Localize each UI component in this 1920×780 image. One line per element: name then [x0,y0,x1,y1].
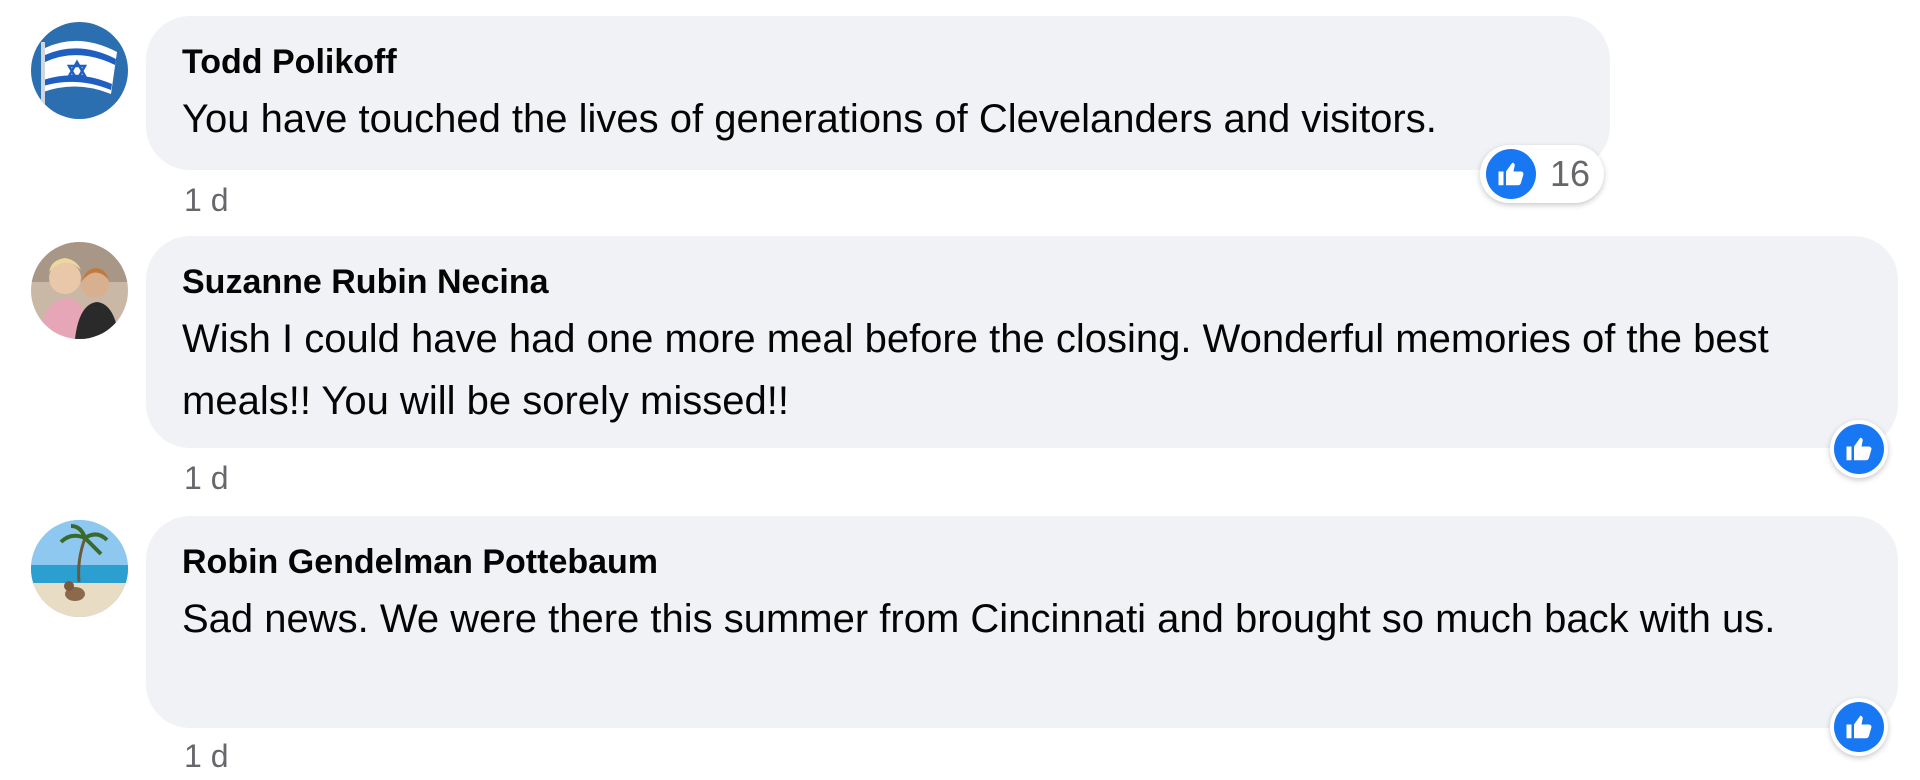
comment-text: Sad news. We were there this summer from… [182,597,1776,641]
avatar[interactable] [31,520,128,617]
beach-photo-icon [31,520,128,617]
profile-photo-icon [31,242,128,339]
avatar[interactable] [31,242,128,339]
comment-timestamp[interactable]: 1 d [184,458,228,498]
author-name[interactable]: Robin Gendelman Pottebaum [182,542,1862,582]
israel-flag-icon [31,22,128,119]
like-icon [1834,424,1884,474]
comment-text: Wish I could have had one more meal befo… [182,317,1769,423]
comment-thread: Todd Polikoff You have touched the lives… [0,0,1920,780]
like-icon [1834,702,1884,752]
reaction-summary[interactable]: 16 [1480,145,1604,203]
reaction-count: 16 [1550,153,1591,194]
comment-bubble: Todd Polikoff You have touched the lives… [146,16,1610,170]
comment-text: You have touched the lives of generation… [182,97,1437,141]
author-name[interactable]: Suzanne Rubin Necina [182,262,1862,302]
comment-timestamp[interactable]: 1 d [184,736,228,776]
like-icon [1486,149,1536,199]
comment-timestamp[interactable]: 1 d [184,180,228,220]
comment-bubble: Robin Gendelman Pottebaum Sad news. We w… [146,516,1898,728]
author-name[interactable]: Todd Polikoff [182,42,1574,82]
reaction-summary[interactable] [1830,698,1888,756]
avatar[interactable] [31,22,128,119]
comment-bubble: Suzanne Rubin Necina Wish I could have h… [146,236,1898,448]
reaction-summary[interactable] [1830,420,1888,478]
